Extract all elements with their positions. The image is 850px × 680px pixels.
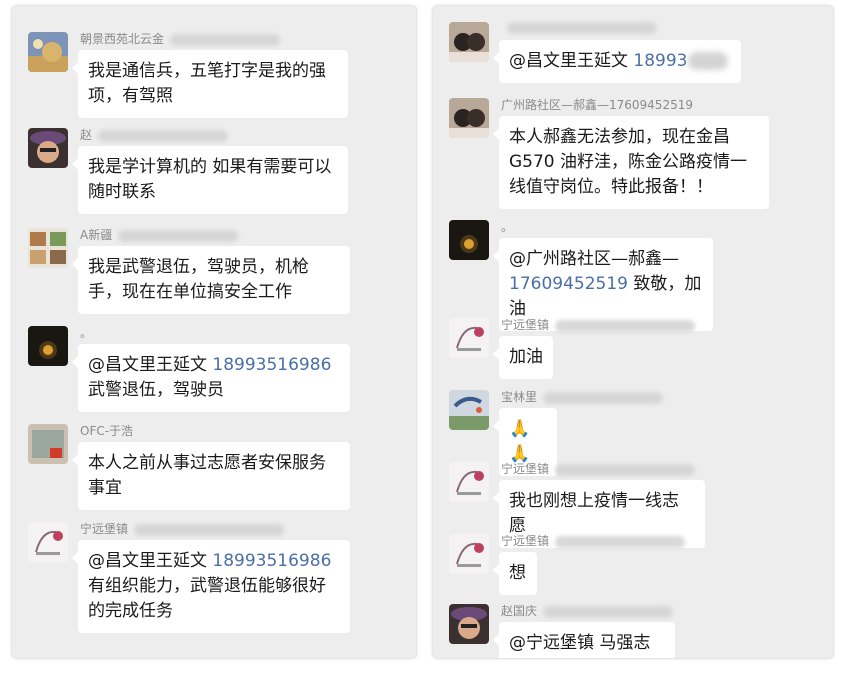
message-text: 本人之前从事过志愿者安保服务事宜 xyxy=(88,453,326,498)
message-bubble[interactable]: 想 xyxy=(493,552,537,595)
phone-link[interactable]: 17609452519 xyxy=(509,274,628,294)
sender-name: OFC-于浩 xyxy=(80,424,134,438)
avatar[interactable] xyxy=(28,128,68,168)
message-text: 我是通信兵，五笔打字是我的强项，有驾照 xyxy=(88,61,326,106)
avatar[interactable] xyxy=(28,228,68,268)
avatar[interactable] xyxy=(449,604,489,644)
chat-panel-right: @昌文里王延文 18993 广州路社区—郝鑫—17609452519 本人郝鑫无… xyxy=(433,6,833,658)
avatar[interactable] xyxy=(449,462,489,502)
message-text: 我也刚想上疫情一线志愿 xyxy=(509,491,679,536)
sender-name: 。 xyxy=(501,220,514,234)
phone-link[interactable]: 18993516986 xyxy=(212,355,331,375)
sender-name: 宝林里 xyxy=(501,388,664,405)
message-text: 武警退伍，驾驶员 xyxy=(88,380,224,400)
avatar[interactable] xyxy=(449,534,489,574)
message-bubble[interactable]: 本人郝鑫无法参加，现在金昌G570 油籽洼，陈金公路疫情一线值守岗位。特此报备！… xyxy=(493,116,769,209)
sender-name: 宁远堡镇 xyxy=(501,316,696,333)
message-bubble[interactable]: @昌文里王延文 18993516986 武警退伍，驾驶员 xyxy=(72,344,350,412)
avatar[interactable] xyxy=(28,326,68,366)
avatar[interactable] xyxy=(449,318,489,358)
avatar[interactable] xyxy=(449,22,489,62)
sender-name: 。 xyxy=(80,326,93,340)
phone-link[interactable]: 18993516986 xyxy=(212,551,331,571)
message-bubble[interactable]: 我是通信兵，五笔打字是我的强项，有驾照 xyxy=(72,50,348,118)
message-bubble[interactable]: 加油 xyxy=(493,336,553,379)
chat-panel-left: 朝景西苑北云金 我是通信兵，五笔打字是我的强项，有驾照 赵 我是学计算机的 如果… xyxy=(12,6,416,658)
message-text: 加油 xyxy=(509,347,543,367)
mention-text[interactable]: @广州路社区—郝鑫— xyxy=(509,249,679,269)
avatar[interactable] xyxy=(449,98,489,138)
message-bubble[interactable]: 我是武警退伍，驾驶员，机枪手，现在在单位搞安全工作 xyxy=(72,246,350,314)
message-bubble[interactable]: 我是学计算机的 如果有需要可以随时联系 xyxy=(72,146,348,214)
mention-text[interactable]: @昌文里王延文 xyxy=(88,355,207,375)
message-text: 本人郝鑫无法参加，现在金昌G570 油籽洼，陈金公路疫情一线值守岗位。特此报备！… xyxy=(509,127,748,197)
mention-text[interactable]: @昌文里王延文 xyxy=(509,51,628,71)
avatar[interactable] xyxy=(449,390,489,430)
message-text: 🙏🙏 xyxy=(509,419,531,464)
sender-name: 广州路社区—郝鑫—17609452519 xyxy=(501,98,693,112)
phone-link[interactable]: 18993 xyxy=(633,51,687,71)
message-bubble[interactable]: 本人之前从事过志愿者安保服务事宜 xyxy=(72,442,350,510)
sender-name: 赵国庆 xyxy=(501,602,674,619)
sender-name: 宁远堡镇 xyxy=(501,532,686,549)
message-bubble[interactable]: @昌文里王延文 18993 xyxy=(493,40,741,83)
mention-text[interactable]: @昌文里王延文 xyxy=(88,551,207,571)
message-bubble[interactable]: @宁远堡镇 马强志 xyxy=(493,622,675,658)
sender-name: A新疆 xyxy=(80,226,239,243)
message-text: 我是学计算机的 如果有需要可以随时联系 xyxy=(88,157,332,202)
message-text: 我是武警退伍，驾驶员，机枪手，现在在单位搞安全工作 xyxy=(88,257,309,302)
message-text: @宁远堡镇 马强志 xyxy=(509,633,651,653)
avatar[interactable] xyxy=(28,522,68,562)
sender-name: 宁远堡镇 xyxy=(501,460,696,477)
sender-name: 宁远堡镇 xyxy=(80,520,285,537)
message-text: 想 xyxy=(509,563,526,583)
sender-name xyxy=(501,20,657,34)
sender-name: 朝景西苑北云金 xyxy=(80,30,281,47)
avatar[interactable] xyxy=(28,424,68,464)
message-bubble[interactable]: @昌文里王延文 18993516986 有组织能力，武警退伍能够很好的完成任务 xyxy=(72,540,350,633)
sender-name: 赵 xyxy=(80,126,229,143)
avatar[interactable] xyxy=(28,32,68,72)
message-text: 有组织能力，武警退伍能够很好的完成任务 xyxy=(88,576,326,621)
avatar[interactable] xyxy=(449,220,489,260)
